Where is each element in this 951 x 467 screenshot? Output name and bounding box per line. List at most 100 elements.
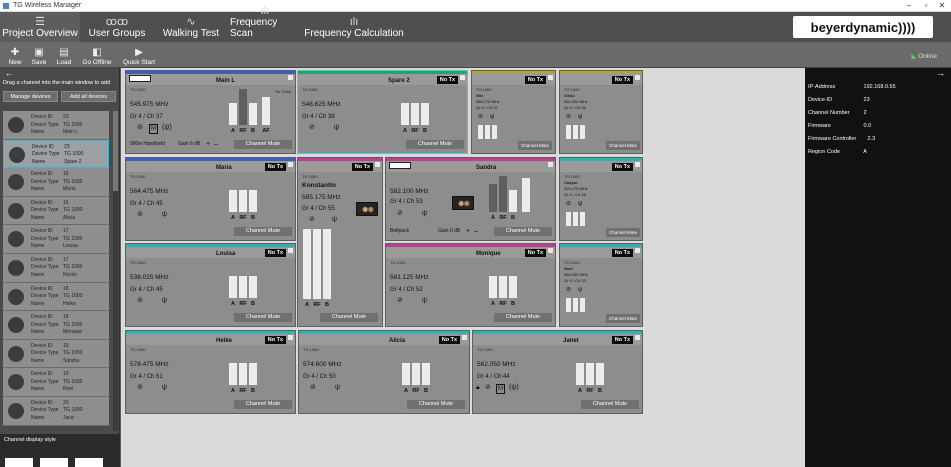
channel-card-silvia[interactable]: No Tx TG 1000 Silvia 554.350 MHz Gr 4 / … bbox=[559, 70, 643, 154]
device-list-item[interactable]: Device ID 20 Device Type TG 1000 Name Jana bbox=[3, 396, 109, 426]
quick-start-button[interactable]: ▶ Quick Start bbox=[121, 44, 157, 66]
channel-card-sandra[interactable]: Sandra 582.100 MHz Gr 4 / Ch 53 ⊘ ψ A RF… bbox=[385, 157, 556, 241]
channel-mute-button[interactable]: Channel Mute bbox=[606, 314, 640, 323]
channel-card-maria[interactable]: Maria No Tx TG 1000 564.475 MHz Gr 4 / C… bbox=[125, 157, 296, 241]
tab-frequency-calculation[interactable]: ılı Frequency Calculation bbox=[304, 12, 404, 42]
maximize-icon[interactable]: ▫ bbox=[918, 0, 934, 12]
level-bar-b bbox=[509, 276, 517, 298]
group-channel: Gr 4 / Ch 37 bbox=[130, 114, 163, 120]
level-labels: A RF B bbox=[402, 388, 430, 394]
card-menu-icon[interactable] bbox=[548, 248, 553, 253]
tab-project-overview[interactable]: ☰ Project Overview bbox=[0, 12, 80, 42]
channel-mute-button[interactable]: Channel Mute bbox=[406, 140, 464, 149]
add-all-devices-button[interactable]: Add all devices bbox=[61, 91, 116, 102]
device-list-item[interactable]: Device ID 19 Device Type TG 1000 Name Sandra bbox=[3, 339, 109, 369]
gain-minus-button[interactable]: – bbox=[474, 228, 478, 235]
tab-walking-test[interactable]: ∿ Walking Test bbox=[158, 12, 224, 42]
card-menu-icon[interactable] bbox=[288, 248, 293, 253]
device-field: Device ID 23 bbox=[31, 114, 111, 121]
device-field-value: TG 1000 bbox=[63, 235, 83, 242]
card-menu-icon[interactable] bbox=[635, 75, 640, 80]
device-list-item[interactable]: Device ID 17 Device Type TG 1000 Name Louisa bbox=[3, 225, 109, 254]
card-menu-icon[interactable] bbox=[462, 335, 467, 340]
device-field: Name Main L bbox=[31, 129, 111, 136]
go-offline-button[interactable]: ◧ Go Offline bbox=[78, 44, 116, 66]
channel-card-reni[interactable]: No Tx TG 1000 Reni 588.500 MHz Gr 4 / Ch… bbox=[559, 243, 643, 327]
card-menu-icon[interactable] bbox=[288, 162, 293, 167]
channel-mute-button[interactable]: Channel Mute bbox=[494, 313, 552, 322]
gain-plus-button[interactable]: + bbox=[466, 228, 470, 235]
channel-mute-button[interactable]: Channel Mute bbox=[234, 400, 292, 409]
display-style-option[interactable] bbox=[40, 458, 68, 467]
card-menu-icon[interactable] bbox=[548, 75, 553, 80]
new-button[interactable]: ✚ New bbox=[6, 44, 24, 66]
channel-card-nils[interactable]: No Tx TG 1000 Nils 585.175 MHz Gr 4 / Ch… bbox=[471, 70, 556, 154]
new-icon: ✚ bbox=[10, 47, 20, 58]
display-style-option[interactable] bbox=[5, 458, 33, 467]
card-menu-icon[interactable] bbox=[548, 162, 553, 167]
device-list-item[interactable]: Device ID 19 Device Type TG 1000 Name Reni bbox=[3, 368, 109, 397]
minimize-icon[interactable]: – bbox=[901, 0, 917, 12]
device-status-icon bbox=[8, 345, 24, 362]
level-label: A bbox=[578, 388, 582, 394]
arrow-left-icon[interactable]: ← bbox=[0, 68, 119, 78]
level-label: RF bbox=[239, 301, 247, 307]
device-list-item[interactable]: Device ID 23 Device Type TG 1000 Name Main L bbox=[3, 111, 109, 140]
device-field-value: 16 bbox=[63, 199, 69, 206]
load-button[interactable]: ▤ Load bbox=[54, 44, 74, 66]
channel-card-monique[interactable]: Monique No Tx TG 1000 581.125 MHz Gr 4 /… bbox=[385, 243, 556, 327]
channel-mute-button[interactable]: Channel Mute bbox=[234, 313, 292, 322]
frequency: 538.025 MHz bbox=[130, 274, 169, 281]
channel-card-caspar[interactable]: No Tx TG 1000 Caspar 526.475 MHz Gr 4 / … bbox=[559, 157, 643, 241]
tab-label: User Groups bbox=[88, 28, 146, 39]
device-field-value: Main L bbox=[63, 129, 79, 135]
channel-card-alicia[interactable]: Alicia No Tx TG 1000 574.600 MHz Gr 4 / … bbox=[298, 330, 470, 414]
close-icon[interactable]: ✕ bbox=[934, 0, 950, 12]
scrollbar-thumb[interactable] bbox=[113, 111, 118, 191]
channel-mute-button[interactable]: Channel Mute bbox=[494, 227, 552, 236]
device-list-item[interactable]: Device ID 17 Device Type TG 1000 Name Nicole bbox=[3, 253, 109, 283]
online-status: ◣ Online bbox=[911, 52, 937, 60]
card-menu-icon[interactable] bbox=[375, 162, 380, 167]
card-menu-icon[interactable] bbox=[460, 75, 465, 80]
device-list-item[interactable]: Device ID 16 Device Type TG 1000 Name Alicia bbox=[3, 196, 109, 226]
channel-mute-button[interactable]: Channel Mute bbox=[606, 141, 640, 150]
device-list-scrollbar[interactable] bbox=[113, 111, 118, 431]
tab-frequency-scan[interactable]: ılı Frequency Scan bbox=[230, 5, 300, 42]
channel-name: Caspar bbox=[564, 180, 578, 185]
arrow-right-icon[interactable]: → bbox=[936, 68, 945, 78]
device-list-item[interactable]: Device ID 23 Device Type TG 1000 Name Spare 2 bbox=[3, 139, 109, 169]
save-button[interactable]: ▣ Save bbox=[29, 44, 49, 66]
card-menu-icon[interactable] bbox=[635, 162, 640, 167]
channel-card-louisa[interactable]: Louisa No Tx TG 1000 538.025 MHz Gr 4 / … bbox=[125, 243, 296, 327]
channel-mute-button[interactable]: Channel Mute bbox=[606, 228, 640, 237]
display-style-option[interactable] bbox=[75, 458, 103, 467]
card-menu-icon[interactable] bbox=[635, 248, 640, 253]
channel-mute-button[interactable]: Channel Mute bbox=[581, 400, 639, 409]
channel-mute-button[interactable]: Channel Mute bbox=[518, 141, 552, 150]
gain-minus-button[interactable]: – bbox=[214, 141, 218, 148]
card-menu-icon[interactable] bbox=[288, 335, 293, 340]
level-bar-rf bbox=[586, 363, 594, 385]
card-menu-icon[interactable] bbox=[635, 335, 640, 340]
offline-icon: ◧ bbox=[92, 47, 102, 58]
channel-card-main-l[interactable]: Main L Rx Ch42 TG 1000 545.975 MHz Gr 4 … bbox=[125, 70, 296, 154]
device-type: TG 1000 bbox=[564, 174, 580, 179]
gain-plus-button[interactable]: + bbox=[206, 141, 210, 148]
tab-user-groups[interactable]: ꝏꝏ User Groups bbox=[86, 12, 148, 42]
device-list-item[interactable]: Device ID 18 Device Type TG 1000 Name Monique bbox=[3, 311, 109, 340]
card-menu-icon[interactable] bbox=[288, 75, 293, 80]
channel-mute-button[interactable]: Channel Mute bbox=[234, 140, 292, 149]
channel-mute-button[interactable]: Channel Mute bbox=[234, 227, 292, 236]
channel-card-konstantin[interactable]: No Tx TG 1000 Konstantin 585.175 MHz Gr … bbox=[297, 157, 383, 327]
group-channel: Gr 4 / Ch 38 bbox=[302, 114, 335, 120]
device-field-value: Sandra bbox=[63, 357, 80, 364]
manage-devices-button[interactable]: Manage devices bbox=[3, 91, 58, 102]
device-list-item[interactable]: Device ID 16 Device Type TG 1000 Name Maria bbox=[3, 168, 109, 197]
channel-card-janet[interactable]: Janet No Tx TG 1000 562.050 MHz Gr 4 / C… bbox=[472, 330, 643, 414]
channel-card-spare-2[interactable]: Spare 2 No Tx TG 1000 548.625 MHz Gr 4 /… bbox=[297, 70, 468, 154]
channel-mute-button[interactable]: Channel Mute bbox=[407, 400, 465, 409]
device-list-item[interactable]: Device ID 18 Device Type TG 1000 Name Heike bbox=[3, 282, 109, 312]
channel-card-heike[interactable]: Heike No Tx TG 1000 578.475 MHz Gr 4 / C… bbox=[125, 330, 296, 414]
channel-mute-button[interactable]: Channel Mute bbox=[320, 313, 378, 322]
